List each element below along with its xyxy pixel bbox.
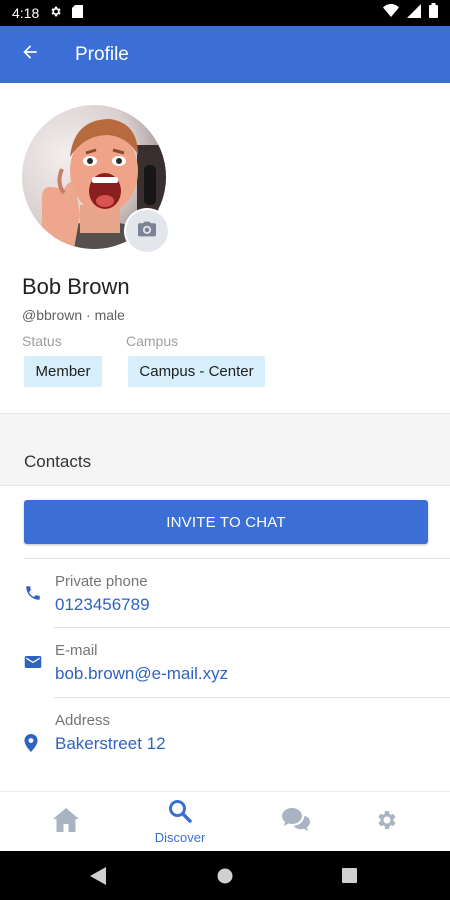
battery-icon (429, 3, 438, 23)
contact-label: Address (55, 712, 111, 729)
invite-to-chat-button[interactable]: INVITE TO CHAT (24, 500, 428, 544)
profile-handle: @bbrown · male (22, 307, 125, 323)
settings-icon (374, 808, 398, 837)
bottom-navigation: Discover (0, 791, 450, 851)
nav-home[interactable] (26, 792, 106, 852)
arrow-back-icon (20, 42, 40, 67)
contact-label: Private phone (55, 573, 148, 590)
campus-chip: Campus - Center (128, 356, 265, 387)
campus-label: Campus (126, 333, 179, 349)
status-label: Status (22, 333, 62, 349)
back-button[interactable] (0, 26, 60, 83)
page-title: Profile (75, 43, 129, 65)
back-triangle-icon[interactable] (90, 867, 106, 890)
location-icon (24, 734, 42, 752)
profile-section: Bob Brown @bbrown · male Status Campus M… (0, 83, 450, 413)
gear-icon (49, 5, 62, 21)
contact-row-email[interactable]: E-mail bob.brown@e-mail.xyz (0, 627, 450, 695)
phone-icon (24, 584, 42, 602)
contact-value[interactable]: 0123456789 (55, 595, 150, 615)
sd-card-icon (72, 5, 84, 21)
email-icon (24, 654, 42, 672)
home-circle-icon[interactable] (217, 868, 233, 889)
contact-row-phone[interactable]: Private phone 0123456789 (0, 558, 450, 626)
status-bar: 4:18 (0, 0, 450, 26)
contact-value[interactable]: bob.brown@e-mail.xyz (55, 664, 228, 684)
wifi-icon (383, 4, 399, 22)
contact-row-address[interactable]: Address Bakerstreet 12 (0, 697, 450, 765)
contact-value[interactable]: Bakerstreet 12 (55, 734, 166, 754)
divider (54, 697, 450, 698)
app-bar: Profile (0, 26, 450, 83)
nav-discover[interactable]: Discover (140, 792, 220, 852)
search-icon (168, 799, 192, 828)
status-time: 4:18 (12, 5, 40, 21)
recents-square-icon[interactable] (342, 868, 357, 888)
nav-chat[interactable] (256, 792, 336, 852)
system-navigation-bar (0, 851, 450, 900)
chat-icon (282, 807, 310, 837)
contacts-title: Contacts (24, 452, 92, 471)
profile-name: Bob Brown (22, 274, 130, 299)
home-icon (53, 807, 79, 837)
nav-discover-label: Discover (154, 830, 206, 845)
divider (54, 627, 450, 628)
change-photo-button[interactable] (126, 210, 168, 252)
signal-icon (407, 3, 421, 23)
status-chip: Member (24, 356, 102, 387)
camera-icon (137, 220, 157, 243)
divider (24, 558, 450, 559)
nav-settings[interactable] (346, 792, 426, 852)
contact-label: E-mail (55, 642, 98, 659)
contacts-header: Contacts (0, 413, 450, 486)
